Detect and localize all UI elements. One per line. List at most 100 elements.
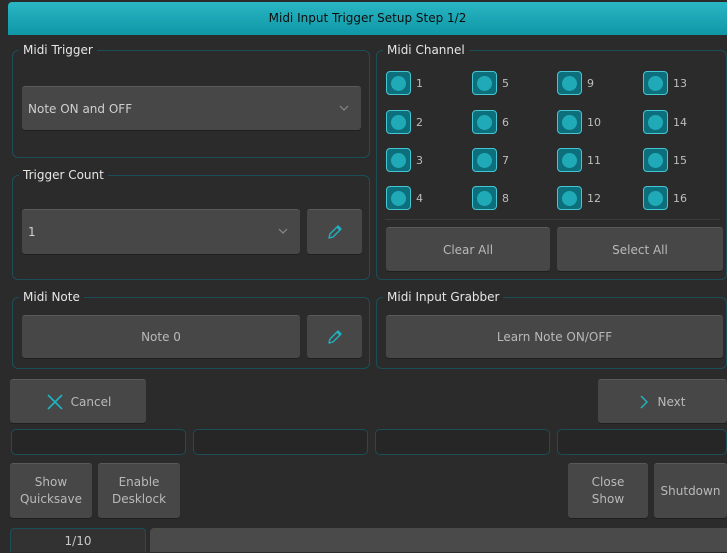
- checked-dot-icon: [562, 114, 577, 130]
- chevron-down-icon: [339, 105, 349, 111]
- show-quicksave-button[interactable]: Show Quicksave: [10, 463, 92, 518]
- next-label: Next: [657, 394, 686, 409]
- checkbox-indicator: [386, 110, 411, 134]
- channel-label: 3: [416, 153, 423, 167]
- checkbox-indicator: [386, 148, 411, 172]
- channel-label: 14: [673, 115, 687, 129]
- close-show-button[interactable]: Close Show: [568, 463, 648, 518]
- pencil-icon: [327, 330, 342, 344]
- midi-note-button[interactable]: Note 0: [22, 315, 300, 358]
- checkbox-indicator: [557, 110, 582, 134]
- clear-all-label: Clear All: [442, 242, 494, 257]
- checkbox-indicator: [472, 110, 497, 134]
- pencil-icon: [327, 225, 342, 239]
- checked-dot-icon: [648, 75, 663, 91]
- show-quicksave-line1: Show: [34, 475, 68, 489]
- learn-note-label: Learn Note ON/OFF: [496, 330, 613, 344]
- checkbox-indicator: [472, 71, 497, 95]
- channel-label: 7: [502, 153, 509, 167]
- checkbox-indicator: [386, 71, 411, 95]
- channel-label: 11: [587, 153, 601, 167]
- checkbox-indicator: [472, 148, 497, 172]
- enable-desklock-button[interactable]: Enable Desklock: [98, 463, 180, 518]
- checkbox-indicator: [557, 148, 582, 172]
- cancel-button[interactable]: Cancel: [10, 379, 146, 423]
- channel-checkbox-15[interactable]: 15: [643, 148, 687, 172]
- checkbox-indicator: [643, 186, 668, 210]
- channel-checkbox-12[interactable]: 12: [557, 186, 601, 210]
- chevron-down-icon: [278, 228, 288, 234]
- edit-midi-note-button[interactable]: [307, 315, 362, 358]
- checkbox-indicator: [472, 186, 497, 210]
- channel-label: 12: [587, 191, 601, 205]
- midi-channel-title: Midi Channel: [383, 43, 469, 57]
- trigger-count-value: 1: [28, 225, 36, 239]
- checked-dot-icon: [391, 75, 406, 91]
- midi-trigger-dropdown[interactable]: Note ON and OFF: [22, 86, 361, 130]
- channel-label: 6: [502, 115, 509, 129]
- divider: [385, 219, 720, 220]
- select-all-label: Select All: [612, 242, 668, 257]
- checkbox-indicator: [557, 71, 582, 95]
- channel-checkbox-4[interactable]: 4: [386, 186, 423, 210]
- channel-checkbox-16[interactable]: 16: [643, 186, 687, 210]
- close-show-line2: Show: [591, 492, 625, 506]
- checkbox-indicator: [557, 186, 582, 210]
- midi-trigger-value: Note ON and OFF: [28, 101, 133, 116]
- window-title: Midi Input Trigger Setup Step 1/2: [8, 2, 727, 35]
- channel-label: 15: [673, 153, 687, 167]
- enable-desklock-line2: Desklock: [111, 492, 167, 506]
- channel-checkbox-10[interactable]: 10: [557, 110, 601, 134]
- channel-checkbox-9[interactable]: 9: [557, 71, 594, 95]
- channel-checkbox-1[interactable]: 1: [386, 71, 423, 95]
- channel-checkbox-13[interactable]: 13: [643, 71, 687, 95]
- checked-dot-icon: [477, 152, 492, 168]
- chevron-right-icon: [639, 394, 648, 409]
- command-line[interactable]: [150, 528, 727, 552]
- channel-checkbox-3[interactable]: 3: [386, 148, 423, 172]
- select-all-button[interactable]: Select All: [557, 227, 723, 271]
- checked-dot-icon: [477, 114, 492, 130]
- next-button[interactable]: Next: [598, 379, 727, 423]
- trigger-count-dropdown[interactable]: 1: [22, 209, 300, 254]
- channel-label: 2: [416, 115, 423, 129]
- checked-dot-icon: [391, 190, 406, 206]
- clear-all-button[interactable]: Clear All: [386, 227, 550, 271]
- close-icon: [47, 393, 63, 410]
- checkbox-indicator: [643, 110, 668, 134]
- learn-note-button[interactable]: Learn Note ON/OFF: [386, 315, 723, 358]
- checked-dot-icon: [562, 75, 577, 91]
- midi-trigger-title: Midi Trigger: [19, 43, 97, 57]
- checkbox-indicator: [386, 186, 411, 210]
- status-field-4: [557, 429, 727, 455]
- channel-checkbox-11[interactable]: 11: [557, 148, 601, 172]
- status-field-1: [11, 429, 186, 455]
- midi-note-title: Midi Note: [19, 290, 84, 304]
- channel-label: 16: [673, 191, 687, 205]
- page-indicator[interactable]: 1/10: [10, 528, 146, 552]
- channel-label: 4: [416, 191, 423, 205]
- cancel-label: Cancel: [70, 394, 112, 409]
- enable-desklock-line1: Enable: [118, 475, 160, 489]
- channel-label: 5: [502, 76, 509, 90]
- status-field-2: [193, 429, 368, 455]
- channel-checkbox-8[interactable]: 8: [472, 186, 509, 210]
- channel-checkbox-14[interactable]: 14: [643, 110, 687, 134]
- checked-dot-icon: [648, 190, 663, 206]
- channel-checkbox-7[interactable]: 7: [472, 148, 509, 172]
- channel-checkbox-2[interactable]: 2: [386, 110, 423, 134]
- edit-trigger-count-button[interactable]: [307, 209, 362, 254]
- shutdown-label: Shutdown: [660, 484, 721, 498]
- checked-dot-icon: [391, 114, 406, 130]
- checked-dot-icon: [648, 114, 663, 130]
- shutdown-button[interactable]: Shutdown: [654, 463, 727, 518]
- status-field-3: [375, 429, 550, 455]
- channel-label: 1: [416, 76, 423, 90]
- checked-dot-icon: [562, 190, 577, 206]
- checkbox-indicator: [643, 71, 668, 95]
- channel-checkbox-6[interactable]: 6: [472, 110, 509, 134]
- midi-grabber-title: Midi Input Grabber: [383, 290, 504, 304]
- checked-dot-icon: [648, 152, 663, 168]
- channel-label: 13: [673, 76, 687, 90]
- channel-checkbox-5[interactable]: 5: [472, 71, 509, 95]
